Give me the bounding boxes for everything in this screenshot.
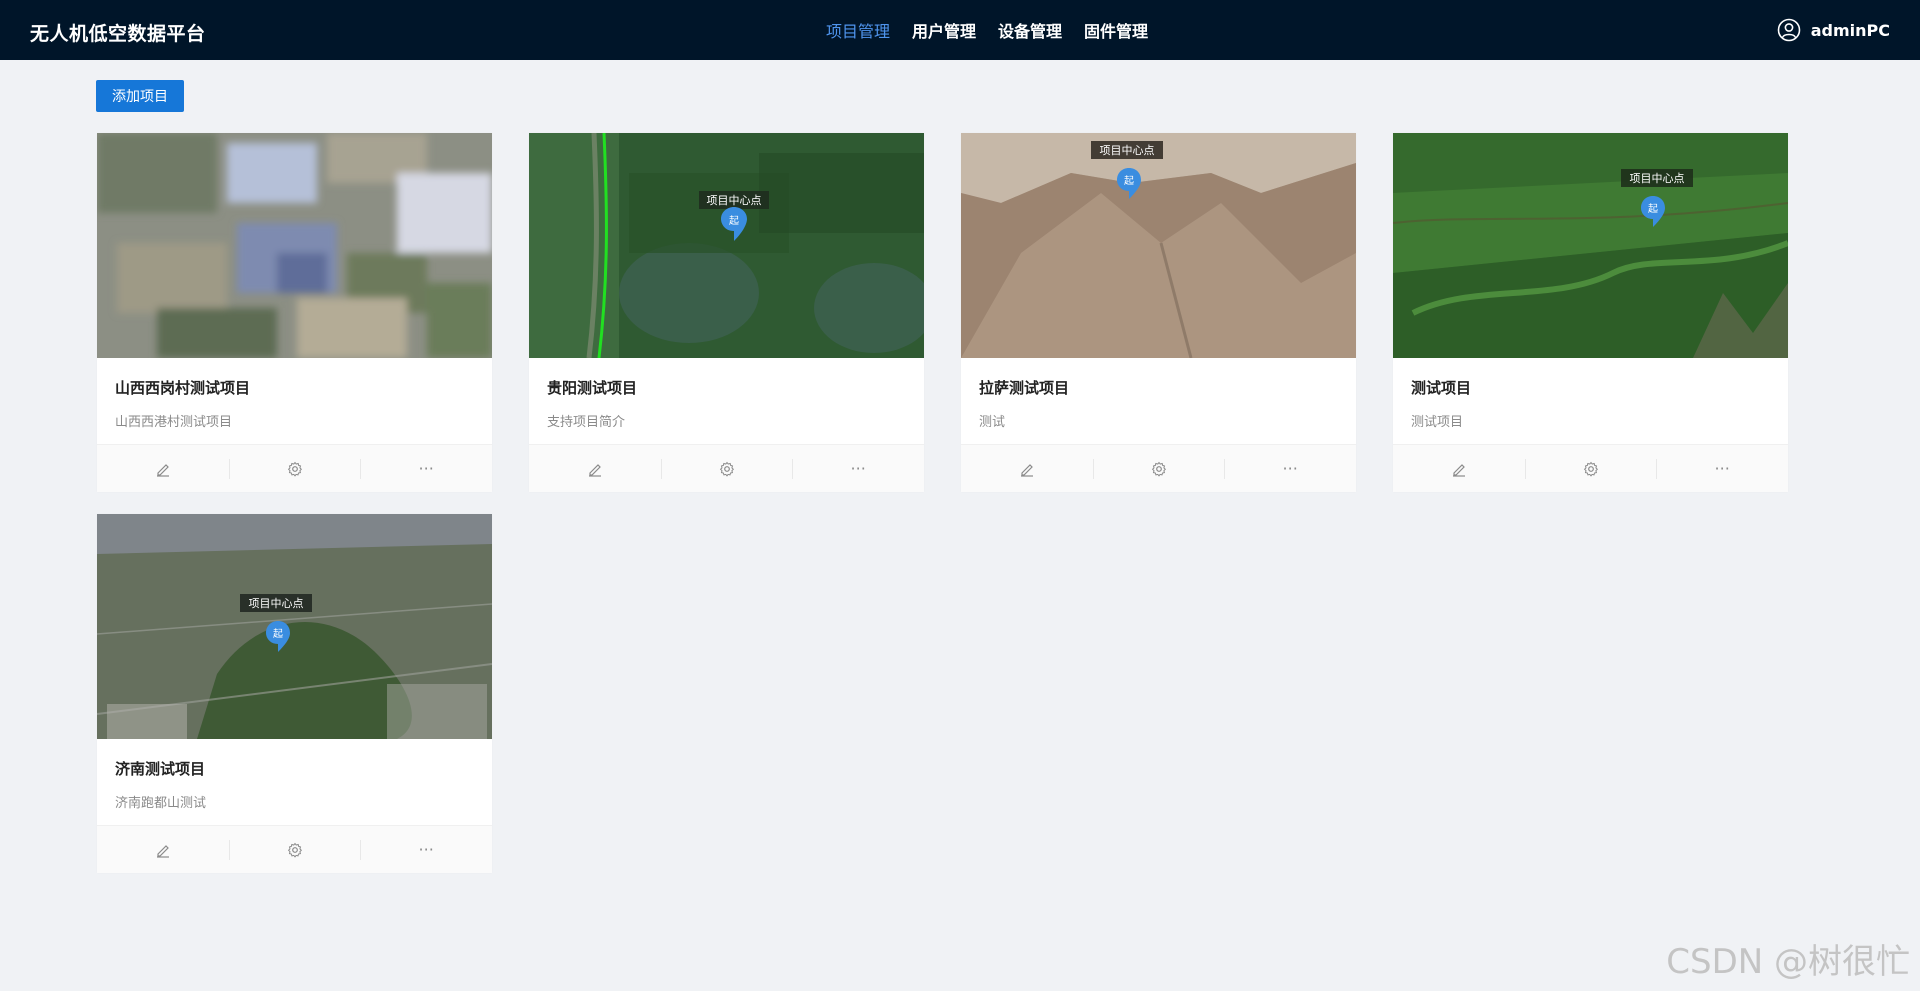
settings-button[interactable] [228,445,361,492]
project-card[interactable]: 项目中心点 起 测试项目 测试项目 ··· [1393,133,1788,492]
start-pin-label: 起 [1124,175,1134,187]
more-icon: ··· [1282,459,1298,478]
card-actions: ··· [97,825,492,873]
settings-button[interactable] [660,445,793,492]
edit-icon [1020,463,1033,477]
start-pin-label: 起 [729,215,739,227]
card-actions: ··· [1393,444,1788,492]
project-title: 拉萨测试项目 [979,379,1070,397]
edit-button[interactable] [529,445,661,492]
map-center-label: 项目中心点 [707,194,762,207]
more-button[interactable]: ··· [792,445,924,492]
edit-icon [156,844,169,858]
project-thumbnail[interactable] [97,133,492,358]
more-button[interactable]: ··· [1656,445,1788,492]
map-center-label: 项目中心点 [1100,144,1155,157]
gear-icon [287,461,302,477]
settings-button[interactable] [1092,445,1225,492]
project-description: 测试 [979,415,1006,430]
more-icon: ··· [850,459,866,478]
edit-button[interactable] [97,826,229,873]
start-pin-label: 起 [1648,203,1658,215]
project-card[interactable]: 项目中心点 起 贵阳测试项目 支持项目简介 ··· [529,133,924,492]
edit-icon [1452,463,1465,477]
edit-button[interactable] [961,445,1093,492]
settings-button[interactable] [228,826,361,873]
project-card[interactable]: 项目中心点 起 拉萨测试项目 测试 ··· [961,133,1356,492]
user-menu[interactable]: adminPC [1777,18,1890,42]
edit-button[interactable] [1393,445,1525,492]
main-nav: 项目管理 用户管理 设备管理 固件管理 [826,18,1170,42]
nav-item-firmware-management[interactable]: 固件管理 [1084,18,1148,42]
project-title: 测试项目 [1411,379,1472,397]
more-button[interactable]: ··· [360,445,492,492]
project-title: 山西西岗村测试项目 [115,379,251,397]
map-center-label: 项目中心点 [1630,172,1685,185]
project-thumbnail[interactable]: 项目中心点 起 [961,133,1356,358]
card-actions: ··· [961,444,1356,492]
edit-icon [588,463,601,477]
gear-icon [287,842,302,858]
settings-button[interactable] [1524,445,1657,492]
edit-button[interactable] [97,445,229,492]
project-description: 济南跑都山测试 [115,796,207,811]
nav-item-project-management[interactable]: 项目管理 [826,18,890,42]
nav-item-user-management[interactable]: 用户管理 [912,18,976,42]
add-project-button[interactable]: 添加项目 [96,80,184,112]
project-card[interactable]: 山西西岗村测试项目 山西西港村测试项目 ··· [97,133,492,492]
card-actions: ··· [529,444,924,492]
map-center-label: 项目中心点 [249,597,304,610]
project-thumbnail[interactable]: 项目中心点 起 [1393,133,1788,358]
gear-icon [719,461,734,477]
card-actions: ··· [97,444,492,492]
more-button[interactable]: ··· [360,826,492,873]
project-title: 贵阳测试项目 [547,379,638,397]
user-name: adminPC [1810,20,1890,40]
start-pin-label: 起 [273,628,283,640]
more-icon: ··· [418,840,434,859]
project-title: 济南测试项目 [115,760,206,778]
csdn-watermark: CSDN @树很忙 [1666,942,1910,982]
project-description: 测试项目 [1411,415,1464,430]
gear-icon [1583,461,1598,477]
project-description: 山西西港村测试项目 [115,415,233,430]
app-title: 无人机低空数据平台 [30,23,206,45]
edit-icon [156,463,169,477]
project-thumbnail[interactable]: 项目中心点 起 [97,514,492,739]
project-card[interactable]: 项目中心点 起 济南测试项目 济南跑都山测试 ··· [97,514,492,873]
more-icon: ··· [418,459,434,478]
more-icon: ··· [1714,459,1730,478]
project-description: 支持项目简介 [547,415,626,430]
nav-item-device-management[interactable]: 设备管理 [998,18,1062,42]
project-thumbnail[interactable]: 项目中心点 起 [529,133,924,358]
gear-icon [1151,461,1166,477]
more-button[interactable]: ··· [1224,445,1356,492]
user-circle-icon [1777,18,1801,42]
top-navigation-bar: 无人机低空数据平台 项目管理 用户管理 设备管理 固件管理 adminPC [0,0,1920,60]
